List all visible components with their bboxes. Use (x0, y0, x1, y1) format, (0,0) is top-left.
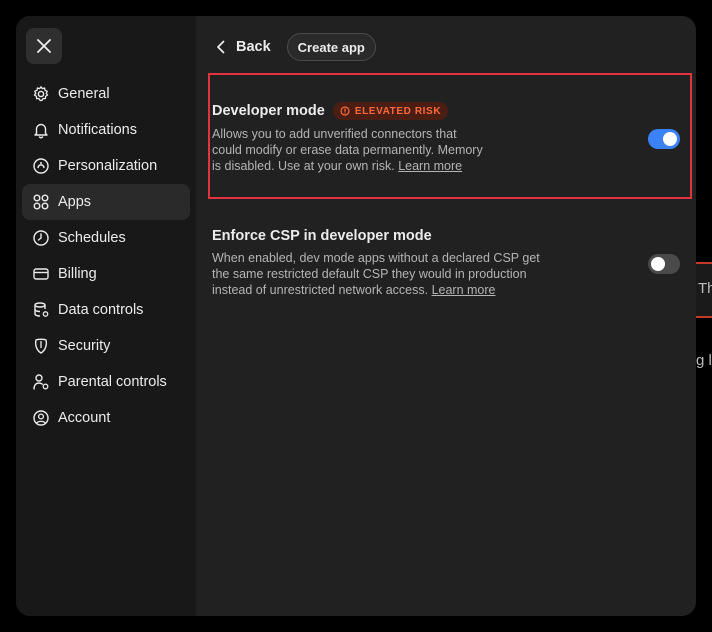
settings-sidebar: General Notifications Personalization Ap… (16, 16, 196, 616)
apps-settings-panel: Back Create app Developer mode ELEVATED … (196, 16, 696, 616)
sidebar-item-label: Apps (58, 194, 92, 210)
toggle-knob (651, 257, 665, 271)
setting-title: Developer mode (212, 103, 325, 119)
sidebar-item-label: Parental controls (58, 374, 167, 390)
sidebar-item-data-controls[interactable]: Data controls (22, 292, 190, 328)
sidebar-item-label: General (58, 86, 110, 102)
warning-circle-icon (340, 106, 350, 116)
settings-dialog: General Notifications Personalization Ap… (16, 16, 696, 616)
sidebar-item-personalization[interactable]: Personalization (22, 148, 190, 184)
sidebar-item-schedules[interactable]: Schedules (22, 220, 190, 256)
sidebar-item-billing[interactable]: Billing (22, 256, 190, 292)
sidebar-item-label: Personalization (58, 158, 158, 174)
sidebar-item-label: Data controls (58, 302, 144, 318)
sidebar-item-label: Billing (58, 266, 97, 282)
parental-icon (32, 373, 50, 391)
credit-card-icon (32, 265, 50, 283)
sidebar-item-security[interactable]: Security (22, 328, 190, 364)
sidebar-item-label: Account (58, 410, 111, 426)
clock-icon (32, 229, 50, 247)
sidebar-item-parental-controls[interactable]: Parental controls (22, 364, 190, 400)
setting-description: Allows you to add unverified connectors … (212, 126, 483, 174)
enforce-csp-setting: Enforce CSP in developer mode When enabl… (212, 228, 540, 298)
personalization-icon (32, 157, 50, 175)
learn-more-link[interactable]: Learn more (398, 159, 462, 173)
description-line: the same restricted default CSP they wou… (212, 267, 527, 281)
panel-header: Back Create app (216, 32, 376, 62)
badge-label: ELEVATED RISK (354, 105, 442, 117)
account-icon (32, 409, 50, 427)
learn-more-link[interactable]: Learn more (432, 283, 496, 297)
sidebar-item-general[interactable]: General (22, 76, 190, 112)
sidebar-item-apps[interactable]: Apps (22, 184, 190, 220)
description-line: When enabled, dev mode apps without a de… (212, 251, 540, 265)
elevated-risk-badge: ELEVATED RISK (332, 102, 449, 120)
enforce-csp-toggle[interactable] (648, 254, 680, 274)
setting-title: Enforce CSP in developer mode (212, 228, 432, 244)
bell-icon (32, 121, 50, 139)
toggle-knob (663, 132, 677, 146)
shield-icon (32, 337, 50, 355)
create-app-button[interactable]: Create app (286, 33, 376, 61)
gear-icon (32, 85, 50, 103)
background-text-fragment: g l (696, 352, 712, 369)
setting-description: When enabled, dev mode apps without a de… (212, 250, 540, 298)
description-text: is disabled. Use at your own risk. (212, 159, 395, 173)
description-line: is disabled. Use at your own risk. Learn… (212, 158, 483, 174)
close-icon (37, 39, 51, 53)
developer-mode-setting: Developer mode ELEVATED RISK Allows you … (212, 102, 483, 174)
sidebar-item-label: Security (58, 338, 111, 354)
sidebar-item-account[interactable]: Account (22, 400, 190, 436)
settings-nav: General Notifications Personalization Ap… (22, 76, 190, 436)
sidebar-item-label: Schedules (58, 230, 126, 246)
sidebar-item-label: Notifications (58, 122, 137, 138)
back-label: Back (236, 39, 271, 55)
sidebar-item-notifications[interactable]: Notifications (22, 112, 190, 148)
description-line: Allows you to add unverified connectors … (212, 127, 457, 141)
database-icon (32, 301, 50, 319)
back-button[interactable]: Back (216, 39, 271, 55)
apps-grid-icon (32, 193, 50, 211)
chevron-left-icon (216, 40, 226, 54)
background-card-text: Th (698, 280, 712, 297)
description-text: instead of unrestricted network access. (212, 283, 429, 297)
description-line: could modify or erase data permanently. … (212, 143, 483, 157)
close-button[interactable] (26, 28, 62, 64)
developer-mode-toggle[interactable] (648, 129, 680, 149)
description-line: instead of unrestricted network access. … (212, 282, 540, 298)
